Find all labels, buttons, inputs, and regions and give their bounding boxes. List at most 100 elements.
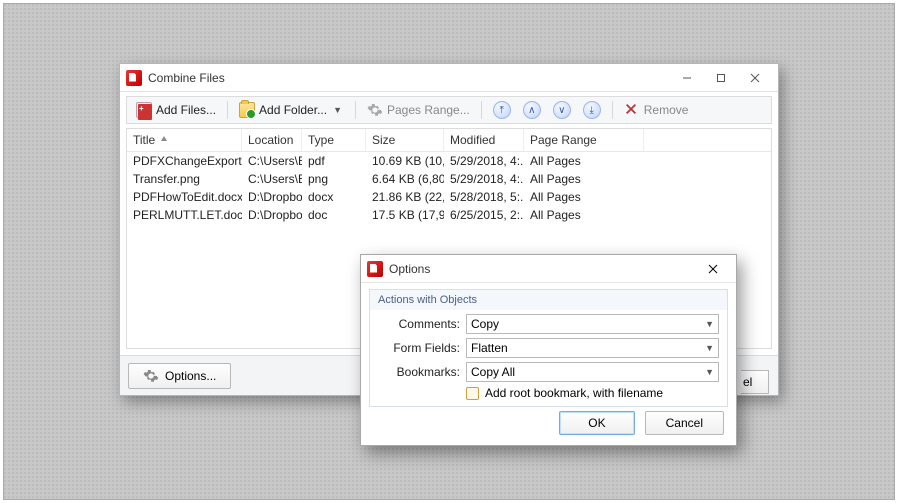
add-folder-icon [239,102,255,118]
column-page-range-label: Page Range [530,133,597,147]
minimize-icon [682,73,692,83]
chevron-down-icon: ▼ [705,319,714,329]
cancel-button[interactable]: Cancel [645,411,724,435]
table-row[interactable]: Transfer.pngC:\Users\Ed..png6.64 KB (6,8… [127,170,771,188]
actions-with-objects-group: Actions with Objects Comments: Copy ▼ Fo… [369,289,728,407]
column-header-page-range[interactable]: Page Range [524,129,644,151]
form-fields-value: Flatten [471,341,508,355]
main-toolbar: Add Files... Add Folder... ▼ Pages Range… [126,96,772,124]
add-files-label: Add Files... [156,103,216,117]
cell-modified: 5/28/2018, 5:.. [444,189,524,205]
cell-location: D:\Dropbox [242,207,302,223]
move-down-button[interactable]: ∨ [548,98,576,122]
column-header-size[interactable]: Size [366,129,444,151]
close-icon [750,73,760,83]
toolbar-separator [612,101,613,119]
toolbar-separator [481,101,482,119]
ok-button[interactable]: OK [559,411,634,435]
sort-asc-icon [159,133,169,147]
bookmarks-label: Bookmarks: [378,365,460,379]
toolbar-separator [355,101,356,119]
cell-title: PDFHowToEdit.docx [127,189,242,205]
main-button-peek-label: el [743,375,752,389]
add-root-bookmark-label: Add root bookmark, with filename [485,386,663,400]
move-top-icon: ⤒ [493,101,511,119]
pages-range-button[interactable]: Pages Range... [362,99,475,121]
move-up-button[interactable]: ∧ [518,98,546,122]
table-row[interactable]: PERLMUTT.LET.docD:\Dropboxdoc17.5 KB (17… [127,206,771,224]
bookmarks-value: Copy All [471,365,515,379]
group-title: Actions with Objects [370,290,727,310]
comments-select[interactable]: Copy ▼ [466,314,719,334]
maximize-button[interactable] [704,67,738,89]
comments-row: Comments: Copy ▼ [378,314,719,334]
add-files-icon [136,102,152,118]
options-button-label: Options... [165,369,216,383]
gear-icon [143,368,159,384]
form-fields-label: Form Fields: [378,341,460,355]
move-top-button[interactable]: ⤒ [488,98,516,122]
cell-page-range: All Pages [524,171,644,187]
add-files-button[interactable]: Add Files... [131,99,221,121]
maximize-icon [716,73,726,83]
cell-modified: 6/25/2015, 2:.. [444,207,524,223]
main-button-peek[interactable]: el [741,370,769,394]
add-folder-label: Add Folder... [259,103,327,117]
cell-type: pdf [302,153,366,169]
cell-location: D:\Dropbox [242,189,302,205]
form-fields-row: Form Fields: Flatten ▼ [378,338,719,358]
column-header-location[interactable]: Location [242,129,302,151]
cell-page-range: All Pages [524,189,644,205]
column-header-type[interactable]: Type [302,129,366,151]
add-folder-dropdown-icon[interactable]: ▼ [331,105,344,115]
table-row[interactable]: PDFXChangeExport.pdfC:\Users\Ed..pdf10.6… [127,152,771,170]
file-list-header: Title Location Type Size Modified Page R… [127,129,771,152]
cell-location: C:\Users\Ed.. [242,171,302,187]
comments-label: Comments: [378,317,460,331]
remove-label: Remove [644,103,689,117]
cell-page-range: All Pages [524,153,644,169]
cell-type: png [302,171,366,187]
minimize-button[interactable] [670,67,704,89]
column-header-title[interactable]: Title [127,129,242,151]
remove-icon [624,102,640,118]
comments-value: Copy [471,317,499,331]
column-size-label: Size [372,133,395,147]
toolbar-separator [227,101,228,119]
cell-title: PDFXChangeExport.pdf [127,153,242,169]
column-header-modified[interactable]: Modified [444,129,524,151]
cell-type: docx [302,189,366,205]
options-button[interactable]: Options... [128,363,231,389]
cell-modified: 5/29/2018, 4:.. [444,171,524,187]
file-list-body: PDFXChangeExport.pdfC:\Users\Ed..pdf10.6… [127,152,771,224]
gear-icon [367,102,383,118]
table-row[interactable]: PDFHowToEdit.docxD:\Dropboxdocx21.86 KB … [127,188,771,206]
remove-button[interactable]: Remove [619,99,694,121]
bookmarks-select[interactable]: Copy All ▼ [466,362,719,382]
column-type-label: Type [308,133,334,147]
add-root-bookmark-checkbox[interactable] [466,387,479,400]
ok-button-label: OK [588,416,605,430]
move-bottom-icon: ⤓ [583,101,601,119]
cell-size: 6.64 KB (6,80.. [366,171,444,187]
options-close-button[interactable] [696,258,730,280]
cell-title: PERLMUTT.LET.doc [127,207,242,223]
cell-location: C:\Users\Ed.. [242,153,302,169]
cell-size: 17.5 KB (17,9.. [366,207,444,223]
app-icon [126,70,142,86]
move-down-icon: ∨ [553,101,571,119]
column-location-label: Location [248,133,293,147]
add-root-bookmark-row: Add root bookmark, with filename [466,386,719,400]
app-icon [367,261,383,277]
close-icon [708,264,718,274]
options-footer: OK Cancel [361,411,736,445]
options-titlebar: Options [361,255,736,283]
cell-title: Transfer.png [127,171,242,187]
chevron-down-icon: ▼ [705,343,714,353]
add-folder-button[interactable]: Add Folder... ▼ [234,99,349,121]
main-titlebar: Combine Files [120,64,778,92]
close-button[interactable] [738,67,772,89]
move-bottom-button[interactable]: ⤓ [578,98,606,122]
column-title-label: Title [133,133,155,147]
form-fields-select[interactable]: Flatten ▼ [466,338,719,358]
